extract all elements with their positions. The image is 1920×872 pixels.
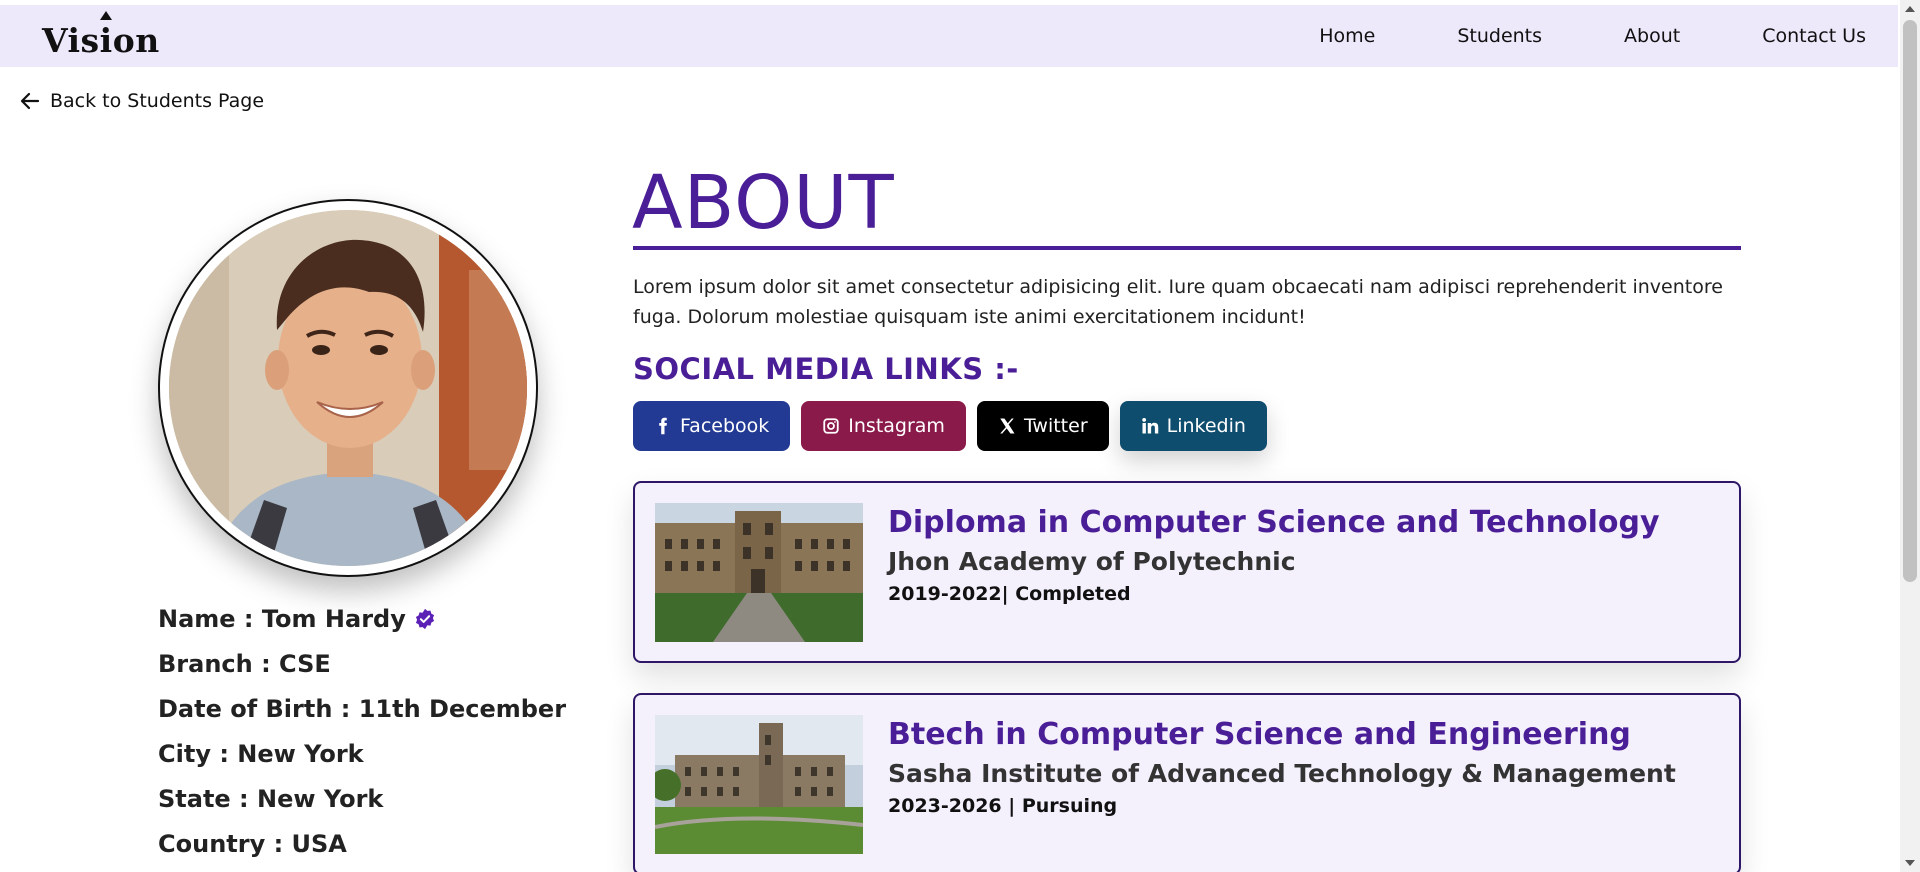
- profile-dob: Date of Birth : 11th December: [158, 694, 567, 723]
- about-divider: [633, 246, 1741, 250]
- arrow-left-icon: [20, 92, 40, 110]
- instagram-icon: [823, 418, 839, 434]
- scrollbar-thumb[interactable]: [1903, 20, 1917, 582]
- top-navbar: Vis i on Home Students About Contact Us: [0, 5, 1898, 67]
- instagram-button[interactable]: Instagram: [801, 401, 966, 451]
- education-institute: Jhon Academy of Polytechnic: [888, 547, 1296, 576]
- nav-links: Home Students About Contact Us: [1319, 25, 1866, 47]
- profile-photo: [169, 210, 527, 566]
- social-links: Facebook Instagram Twitter Linkedin: [633, 401, 1267, 451]
- twitter-button[interactable]: Twitter: [976, 401, 1109, 451]
- linkedin-label: Linkedin: [1166, 415, 1246, 437]
- scroll-down-icon[interactable]: [1905, 860, 1915, 866]
- about-heading: ABOUT: [632, 160, 895, 246]
- nav-about[interactable]: About: [1598, 25, 1706, 47]
- back-to-students-link[interactable]: Back to Students Page: [20, 90, 264, 112]
- education-degree: Btech in Computer Science and Engineerin…: [888, 717, 1631, 752]
- profile-branch: Branch : CSE: [158, 649, 331, 678]
- education-meta: 2019-2022| Completed: [888, 583, 1131, 605]
- verified-badge-icon: [415, 608, 434, 629]
- college-image: [655, 503, 863, 642]
- college-image: [655, 715, 863, 854]
- profile-name: Name : Tom Hardy: [158, 604, 406, 633]
- social-links-heading: SOCIAL MEDIA LINKS :-: [633, 352, 1019, 386]
- profile-name-row: Name : Tom Hardy: [158, 596, 598, 641]
- nav-home[interactable]: Home: [1319, 25, 1401, 47]
- nav-students[interactable]: Students: [1431, 25, 1568, 47]
- education-institute: Sasha Institute of Advanced Technology &…: [888, 759, 1676, 788]
- vision-logo[interactable]: Vis i on: [42, 11, 160, 60]
- education-card: Btech in Computer Science and Engineerin…: [633, 693, 1741, 872]
- education-card: Diploma in Computer Science and Technolo…: [633, 481, 1741, 663]
- graduation-cap-icon: [100, 11, 113, 20]
- scroll-up-icon[interactable]: [1905, 6, 1915, 12]
- linkedin-icon: [1141, 417, 1158, 434]
- linkedin-button[interactable]: Linkedin: [1119, 401, 1267, 451]
- profile-photo-frame: [158, 199, 538, 577]
- profile-info: Name : Tom Hardy Branch : CSE Date of Bi…: [158, 596, 598, 866]
- twitter-label: Twitter: [1023, 415, 1088, 437]
- facebook-label: Facebook: [680, 415, 770, 437]
- profile-city: City : New York: [158, 739, 364, 768]
- instagram-label: Instagram: [848, 415, 945, 437]
- back-link-label: Back to Students Page: [50, 90, 265, 112]
- education-meta: 2023-2026 | Pursuing: [888, 795, 1118, 817]
- education-degree: Diploma in Computer Science and Technolo…: [888, 505, 1660, 540]
- facebook-button[interactable]: Facebook: [633, 401, 791, 451]
- facebook-icon: [659, 417, 667, 435]
- profile-state: State : New York: [158, 784, 384, 813]
- x-twitter-icon: [1000, 418, 1015, 434]
- student-profile-page: Vis i on Home Students About Contact Us Ba…: [0, 0, 1920, 872]
- nav-contact-us[interactable]: Contact Us: [1736, 25, 1866, 47]
- about-text: Lorem ipsum dolor sit amet consectetur a…: [633, 276, 1723, 328]
- profile-country: Country : USA: [158, 829, 347, 858]
- page-scrollbar[interactable]: [1900, 0, 1920, 872]
